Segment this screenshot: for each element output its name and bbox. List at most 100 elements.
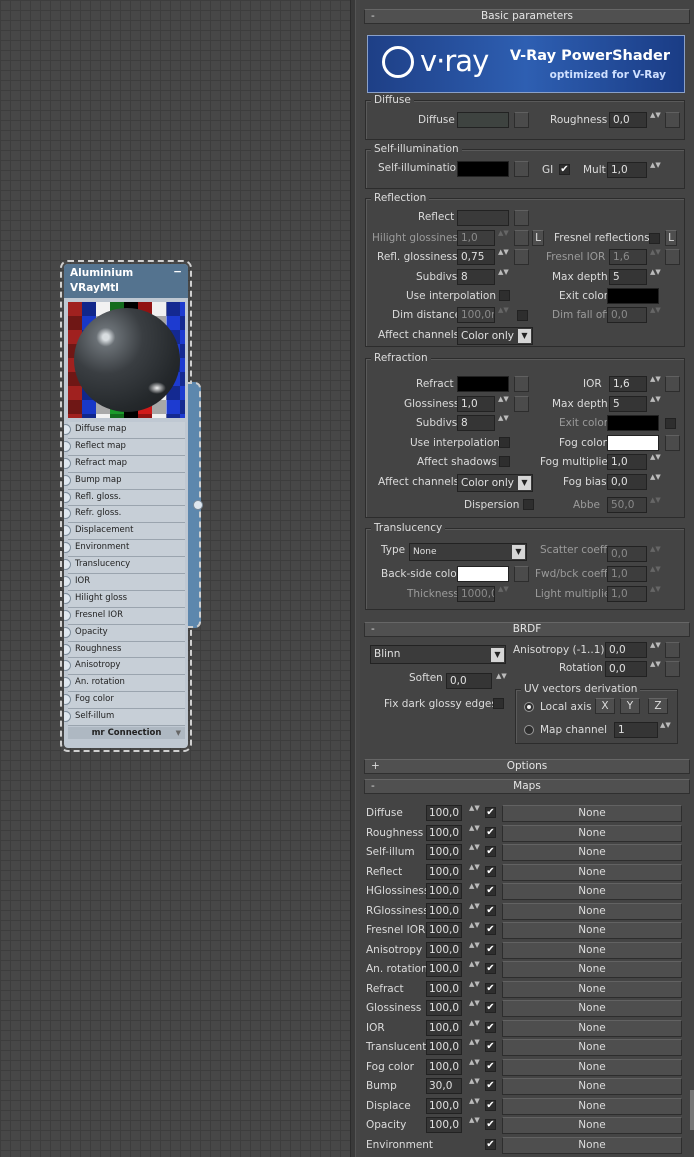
map-amount-field[interactable]: 100,0 bbox=[426, 902, 462, 919]
node-slot[interactable]: Refr. gloss. bbox=[64, 506, 185, 524]
mult-spinner[interactable]: ▲▼ bbox=[650, 162, 661, 178]
map-amount-field[interactable]: 100,0 bbox=[426, 824, 462, 841]
input-socket[interactable] bbox=[64, 694, 71, 706]
input-socket[interactable] bbox=[64, 491, 71, 503]
mr-connection-slot[interactable]: mr Connection ▼ bbox=[68, 727, 185, 739]
map-channel-spinner[interactable]: ▲▼ bbox=[660, 722, 671, 738]
map-amount-spinner[interactable]: ▲▼ bbox=[469, 980, 480, 997]
map-amount-spinner[interactable]: ▲▼ bbox=[469, 961, 480, 977]
map-amount-field[interactable]: 100,0 bbox=[426, 805, 462, 821]
node-slot[interactable]: Diffuse map bbox=[64, 422, 185, 439]
map-enable-checkbox[interactable]: ✔ bbox=[485, 885, 496, 896]
fog-multiplier-field[interactable]: 1,0 bbox=[607, 454, 647, 470]
refr-gloss-map-button[interactable] bbox=[514, 396, 529, 412]
map-slot-button[interactable]: None bbox=[502, 1019, 682, 1037]
light-multiplier-spinner[interactable]: ▲▼ bbox=[650, 586, 661, 602]
back-side-color-swatch[interactable] bbox=[457, 566, 509, 582]
anisotropy-field[interactable]: 0,0 bbox=[605, 642, 647, 658]
map-slot-button[interactable]: None bbox=[502, 844, 682, 861]
refl-gloss-map-button[interactable] bbox=[514, 249, 529, 265]
map-amount-field[interactable]: 100,0 bbox=[426, 844, 462, 860]
map-amount-spinner[interactable]: ▲▼ bbox=[469, 824, 480, 841]
rotation-map-button[interactable] bbox=[665, 661, 680, 677]
refr-affect-channels-dropdown[interactable]: Color only ▼ bbox=[457, 474, 533, 492]
map-enable-checkbox[interactable]: ✔ bbox=[485, 1119, 496, 1130]
input-socket[interactable] bbox=[64, 592, 71, 604]
refl-max-depth-field[interactable]: 5 bbox=[609, 269, 647, 285]
thickness-spinner[interactable]: ▲▼ bbox=[498, 586, 509, 602]
map-slot-button[interactable]: None bbox=[502, 1078, 682, 1095]
scatter-coeff-spinner[interactable]: ▲▼ bbox=[650, 546, 661, 562]
map-enable-checkbox[interactable]: ✔ bbox=[485, 1099, 496, 1111]
diffuse-color-swatch[interactable] bbox=[457, 112, 509, 128]
input-socket[interactable] bbox=[64, 660, 71, 672]
map-enable-checkbox[interactable]: ✔ bbox=[485, 1041, 496, 1052]
map-amount-spinner[interactable]: ▲▼ bbox=[469, 1039, 480, 1055]
map-enable-checkbox[interactable]: ✔ bbox=[485, 807, 496, 818]
map-amount-spinner[interactable]: ▲▼ bbox=[469, 941, 480, 958]
self-illum-map-button[interactable] bbox=[514, 161, 529, 177]
input-socket[interactable] bbox=[64, 508, 71, 520]
map-amount-spinner[interactable]: ▲▼ bbox=[469, 922, 480, 938]
map-enable-checkbox[interactable]: ✔ bbox=[485, 943, 496, 955]
refl-exit-color-swatch[interactable] bbox=[607, 288, 659, 304]
map-amount-field[interactable]: 100,0 bbox=[426, 1000, 462, 1016]
hilight-lock-button[interactable]: L bbox=[532, 230, 544, 246]
dim-falloff-field[interactable]: 0,0 bbox=[607, 307, 647, 323]
input-socket[interactable] bbox=[64, 677, 71, 689]
minimize-icon[interactable]: − bbox=[173, 265, 182, 280]
node-slot[interactable]: Self-illum bbox=[64, 709, 185, 727]
back-side-map-button[interactable] bbox=[514, 566, 529, 582]
node-slot[interactable]: Roughness bbox=[64, 641, 185, 659]
map-slot-button[interactable]: None bbox=[502, 1039, 682, 1056]
node-slot[interactable]: Translucency bbox=[64, 557, 185, 575]
map-slot-button[interactable]: None bbox=[502, 941, 682, 959]
hilight-map-button[interactable] bbox=[514, 230, 529, 246]
input-socket[interactable] bbox=[64, 440, 71, 452]
refl-affect-channels-dropdown[interactable]: Color only ▼ bbox=[457, 327, 533, 345]
fresnel-lock-button[interactable]: L bbox=[665, 230, 677, 246]
panel-divider[interactable] bbox=[350, 0, 356, 1157]
anisotropy-map-button[interactable] bbox=[665, 642, 680, 658]
input-socket[interactable] bbox=[64, 626, 71, 638]
abbe-spinner[interactable]: ▲▼ bbox=[650, 497, 661, 513]
ior-field[interactable]: 1,6 bbox=[609, 376, 647, 392]
refr-use-interpolation-checkbox[interactable] bbox=[499, 437, 510, 448]
map-amount-spinner[interactable]: ▲▼ bbox=[469, 1078, 480, 1094]
map-amount-spinner[interactable]: ▲▼ bbox=[469, 1097, 480, 1114]
mult-field[interactable]: 1,0 bbox=[607, 162, 647, 178]
fresnel-reflections-checkbox[interactable] bbox=[649, 233, 660, 244]
refr-max-depth-spinner[interactable]: ▲▼ bbox=[650, 396, 661, 412]
hilight-glossiness-field[interactable]: 1,0 bbox=[457, 230, 495, 246]
rollout-options[interactable]: + Options bbox=[364, 759, 690, 774]
map-slot-button[interactable]: None bbox=[502, 902, 682, 920]
anisotropy-spinner[interactable]: ▲▼ bbox=[650, 642, 661, 658]
map-amount-field[interactable]: 100,0 bbox=[426, 941, 462, 958]
fresnel-ior-spinner[interactable]: ▲▼ bbox=[650, 249, 661, 265]
affect-shadows-checkbox[interactable] bbox=[499, 456, 510, 467]
map-enable-checkbox[interactable]: ✔ bbox=[485, 1080, 496, 1091]
map-slot-button[interactable]: None bbox=[502, 922, 682, 939]
diffuse-map-button[interactable] bbox=[514, 112, 529, 128]
axis-x-button[interactable]: X bbox=[595, 698, 615, 714]
fresnel-ior-map-button[interactable] bbox=[665, 249, 680, 265]
axis-z-button[interactable]: Z bbox=[648, 698, 668, 714]
map-amount-spinner[interactable]: ▲▼ bbox=[469, 805, 480, 821]
node-slot[interactable]: Refract map bbox=[64, 455, 185, 473]
fresnel-ior-field[interactable]: 1,6 bbox=[609, 249, 647, 265]
node-slot[interactable]: Hilight gloss bbox=[64, 590, 185, 608]
gi-checkbox[interactable]: ✔ bbox=[559, 164, 570, 175]
reflect-map-button[interactable] bbox=[514, 210, 529, 226]
fwd-bck-coeff-field[interactable]: 1,0 bbox=[607, 566, 647, 582]
soften-spinner[interactable]: ▲▼ bbox=[496, 673, 507, 689]
map-amount-spinner[interactable]: ▲▼ bbox=[469, 883, 480, 899]
refl-max-depth-spinner[interactable]: ▲▼ bbox=[650, 269, 661, 285]
panel-scrollbar[interactable] bbox=[690, 1090, 694, 1130]
map-enable-checkbox[interactable]: ✔ bbox=[485, 1002, 496, 1013]
ior-map-button[interactable] bbox=[665, 376, 680, 392]
refl-gloss-spinner[interactable]: ▲▼ bbox=[498, 249, 509, 265]
fog-bias-spinner[interactable]: ▲▼ bbox=[650, 474, 661, 490]
map-amount-spinner[interactable]: ▲▼ bbox=[469, 1117, 480, 1133]
map-enable-checkbox[interactable]: ✔ bbox=[485, 1060, 496, 1072]
map-slot-button[interactable]: None bbox=[502, 1097, 682, 1115]
